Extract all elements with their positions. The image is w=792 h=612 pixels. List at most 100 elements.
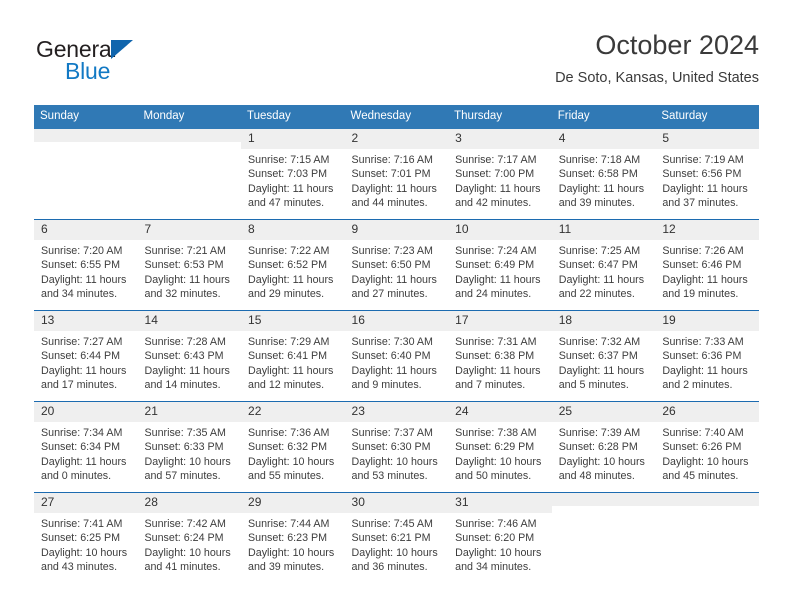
sunset-time: Sunset: 7:01 PM	[351, 168, 431, 181]
calendar-day-cell[interactable]: 1 Sunrise: 7:15 AM Sunset: 7:03 PM Daylight…	[241, 128, 345, 220]
day-number: 20	[34, 401, 138, 422]
calendar-day-cell[interactable]: 2 Sunrise: 7:16 AM Sunset: 7:01 PM Daylight…	[344, 128, 449, 220]
daylight-duration-line1: Daylight: 11 hours	[144, 364, 230, 377]
day-details: Sunrise: 7:16 AM Sunset: 7:01 PM Daylight:…	[345, 149, 449, 211]
sunset-time: Sunset: 6:20 PM	[455, 532, 535, 545]
calendar-day-cell[interactable]: 14 Sunrise: 7:28 AM Sunset: 6:43 PM Dayligh…	[137, 309, 242, 402]
day-number	[34, 128, 138, 142]
day-number: 23	[344, 401, 449, 422]
calendar-day-cell[interactable]: 31 Sunrise: 7:46 AM Sunset: 6:20 PM Dayligh…	[448, 491, 552, 583]
weekday-header-sunday: Sunday	[34, 105, 138, 129]
calendar-day-cell[interactable]: 4 Sunrise: 7:18 AM Sunset: 6:58 PM Daylight…	[551, 128, 656, 220]
calendar-day-cell[interactable]: 11 Sunrise: 7:25 AM Sunset: 6:47 PM Dayligh…	[551, 218, 656, 311]
daylight-duration-line2: and 24 minutes.	[455, 288, 532, 301]
daylight-duration-line2: and 27 minutes.	[351, 288, 428, 301]
calendar-day-cell[interactable]: 18 Sunrise: 7:32 AM Sunset: 6:37 PM Dayligh…	[551, 309, 656, 402]
sunset-time: Sunset: 6:36 PM	[662, 350, 742, 363]
daylight-duration-line1: Daylight: 10 hours	[248, 546, 335, 559]
daylight-duration-line2: and 29 minutes.	[248, 288, 325, 301]
daylight-duration-line1: Daylight: 10 hours	[558, 455, 645, 468]
daylight-duration-line1: Daylight: 11 hours	[351, 364, 437, 377]
daylight-duration-line1: Daylight: 11 hours	[144, 273, 230, 286]
day-number: 29	[241, 492, 345, 513]
daylight-duration-line2: and 57 minutes.	[144, 470, 221, 483]
calendar-day-cell[interactable]: 3 Sunrise: 7:17 AM Sunset: 7:00 PM Daylight…	[448, 128, 552, 220]
calendar-day-cell[interactable]: 10 Sunrise: 7:24 AM Sunset: 6:49 PM Dayligh…	[448, 218, 552, 311]
daylight-duration-line2: and 47 minutes.	[248, 197, 325, 210]
calendar-day-cell[interactable]: 20 Sunrise: 7:34 AM Sunset: 6:34 PM Dayligh…	[34, 400, 138, 493]
sunset-time: Sunset: 6:49 PM	[455, 259, 535, 272]
calendar-day-cell[interactable]: 7 Sunrise: 7:21 AM Sunset: 6:53 PM Daylight…	[137, 218, 242, 311]
daylight-duration-line1: Daylight: 10 hours	[351, 455, 438, 468]
day-details: Sunrise: 7:23 AM Sunset: 6:50 PM Daylight:…	[345, 240, 449, 302]
weekday-header-monday: Monday	[137, 105, 242, 129]
sunrise-time: Sunrise: 7:36 AM	[248, 426, 330, 439]
daylight-duration-line1: Daylight: 10 hours	[455, 455, 542, 468]
calendar-day-cell-empty	[34, 128, 138, 220]
day-details: Sunrise: 7:20 AM Sunset: 6:55 PM Daylight:…	[34, 240, 138, 302]
page-subtitle-location: De Soto, Kansas, United States	[555, 70, 759, 87]
general-blue-logo[interactable]: General Blue	[35, 38, 225, 96]
calendar-day-cell[interactable]: 15 Sunrise: 7:29 AM Sunset: 6:41 PM Dayligh…	[241, 309, 345, 402]
day-details: Sunrise: 7:15 AM Sunset: 7:03 PM Daylight:…	[241, 149, 345, 211]
daylight-duration-line1: Daylight: 11 hours	[558, 364, 645, 377]
calendar-day-cell[interactable]: 30 Sunrise: 7:45 AM Sunset: 6:21 PM Dayligh…	[344, 491, 449, 583]
day-number: 12	[655, 219, 759, 240]
calendar-day-cell[interactable]: 16 Sunrise: 7:30 AM Sunset: 6:40 PM Dayligh…	[344, 309, 449, 402]
daylight-duration-line2: and 36 minutes.	[351, 561, 428, 574]
daylight-duration-line2: and 5 minutes.	[558, 379, 629, 392]
daylight-duration-line1: Daylight: 10 hours	[662, 455, 749, 468]
day-number: 21	[137, 401, 242, 422]
day-number: 14	[137, 310, 242, 331]
calendar-day-cell[interactable]: 25 Sunrise: 7:39 AM Sunset: 6:28 PM Dayligh…	[551, 400, 656, 493]
calendar-day-cell[interactable]: 29 Sunrise: 7:44 AM Sunset: 6:23 PM Dayligh…	[241, 491, 345, 583]
daylight-duration-line2: and 37 minutes.	[662, 197, 739, 210]
day-number	[655, 492, 759, 506]
calendar-day-cell[interactable]: 8 Sunrise: 7:22 AM Sunset: 6:52 PM Daylight…	[241, 218, 345, 311]
calendar-day-cell[interactable]: 17 Sunrise: 7:31 AM Sunset: 6:38 PM Dayligh…	[448, 309, 552, 402]
daylight-duration-line2: and 45 minutes.	[662, 470, 739, 483]
sunset-time: Sunset: 6:41 PM	[248, 350, 328, 363]
day-details: Sunrise: 7:27 AM Sunset: 6:44 PM Daylight:…	[34, 331, 138, 393]
calendar-day-cell[interactable]: 13 Sunrise: 7:27 AM Sunset: 6:44 PM Dayligh…	[34, 309, 138, 402]
calendar-day-cell[interactable]: 22 Sunrise: 7:36 AM Sunset: 6:32 PM Dayligh…	[241, 400, 345, 493]
weekday-header-tuesday: Tuesday	[241, 105, 345, 129]
sunset-time: Sunset: 6:23 PM	[248, 532, 328, 545]
calendar-day-cell-empty	[137, 128, 242, 220]
day-details: Sunrise: 7:34 AM Sunset: 6:34 PM Daylight:…	[34, 422, 138, 484]
sunrise-time: Sunrise: 7:28 AM	[144, 335, 226, 348]
daylight-duration-line2: and 2 minutes.	[662, 379, 733, 392]
daylight-duration-line1: Daylight: 10 hours	[248, 455, 335, 468]
calendar-day-cell[interactable]: 23 Sunrise: 7:37 AM Sunset: 6:30 PM Dayligh…	[344, 400, 449, 493]
daylight-duration-line2: and 14 minutes.	[144, 379, 221, 392]
calendar-day-cell[interactable]: 6 Sunrise: 7:20 AM Sunset: 6:55 PM Daylight…	[34, 218, 138, 311]
calendar-week-row: 1 Sunrise: 7:15 AM Sunset: 7:03 PM Daylight…	[34, 128, 759, 220]
calendar-day-cell[interactable]: 19 Sunrise: 7:33 AM Sunset: 6:36 PM Dayligh…	[655, 309, 759, 402]
day-number: 5	[655, 128, 759, 149]
calendar-day-cell[interactable]: 24 Sunrise: 7:38 AM Sunset: 6:29 PM Dayligh…	[448, 400, 552, 493]
calendar-day-cell[interactable]: 26 Sunrise: 7:40 AM Sunset: 6:26 PM Dayligh…	[655, 400, 759, 493]
day-details: Sunrise: 7:26 AM Sunset: 6:46 PM Daylight:…	[655, 240, 759, 302]
daylight-duration-line2: and 48 minutes.	[558, 470, 635, 483]
calendar-day-cell[interactable]: 5 Sunrise: 7:19 AM Sunset: 6:56 PM Daylight…	[655, 128, 759, 220]
sunset-time: Sunset: 6:28 PM	[558, 441, 638, 454]
sunset-time: Sunset: 6:46 PM	[662, 259, 742, 272]
day-number: 6	[34, 219, 138, 240]
calendar-day-cell[interactable]: 28 Sunrise: 7:42 AM Sunset: 6:24 PM Dayligh…	[137, 491, 242, 583]
day-number: 30	[344, 492, 449, 513]
sunset-time: Sunset: 6:33 PM	[144, 441, 224, 454]
daylight-duration-line1: Daylight: 11 hours	[662, 364, 748, 377]
day-details: Sunrise: 7:32 AM Sunset: 6:37 PM Daylight:…	[552, 331, 656, 393]
day-number: 16	[344, 310, 449, 331]
sunrise-time: Sunrise: 7:41 AM	[41, 517, 123, 530]
calendar-week-row: 6 Sunrise: 7:20 AM Sunset: 6:55 PM Daylight…	[34, 218, 759, 311]
day-details: Sunrise: 7:44 AM Sunset: 6:23 PM Daylight:…	[241, 513, 345, 575]
daylight-duration-line1: Daylight: 11 hours	[41, 455, 127, 468]
sunset-time: Sunset: 6:43 PM	[144, 350, 224, 363]
calendar-day-cell[interactable]: 21 Sunrise: 7:35 AM Sunset: 6:33 PM Dayligh…	[137, 400, 242, 493]
calendar-day-cell[interactable]: 27 Sunrise: 7:41 AM Sunset: 6:25 PM Dayligh…	[34, 491, 138, 583]
calendar-day-cell[interactable]: 9 Sunrise: 7:23 AM Sunset: 6:50 PM Daylight…	[344, 218, 449, 311]
sunset-time: Sunset: 6:56 PM	[662, 168, 742, 181]
sunrise-time: Sunrise: 7:22 AM	[248, 244, 330, 257]
calendar-day-cell[interactable]: 12 Sunrise: 7:26 AM Sunset: 6:46 PM Dayligh…	[655, 218, 759, 311]
